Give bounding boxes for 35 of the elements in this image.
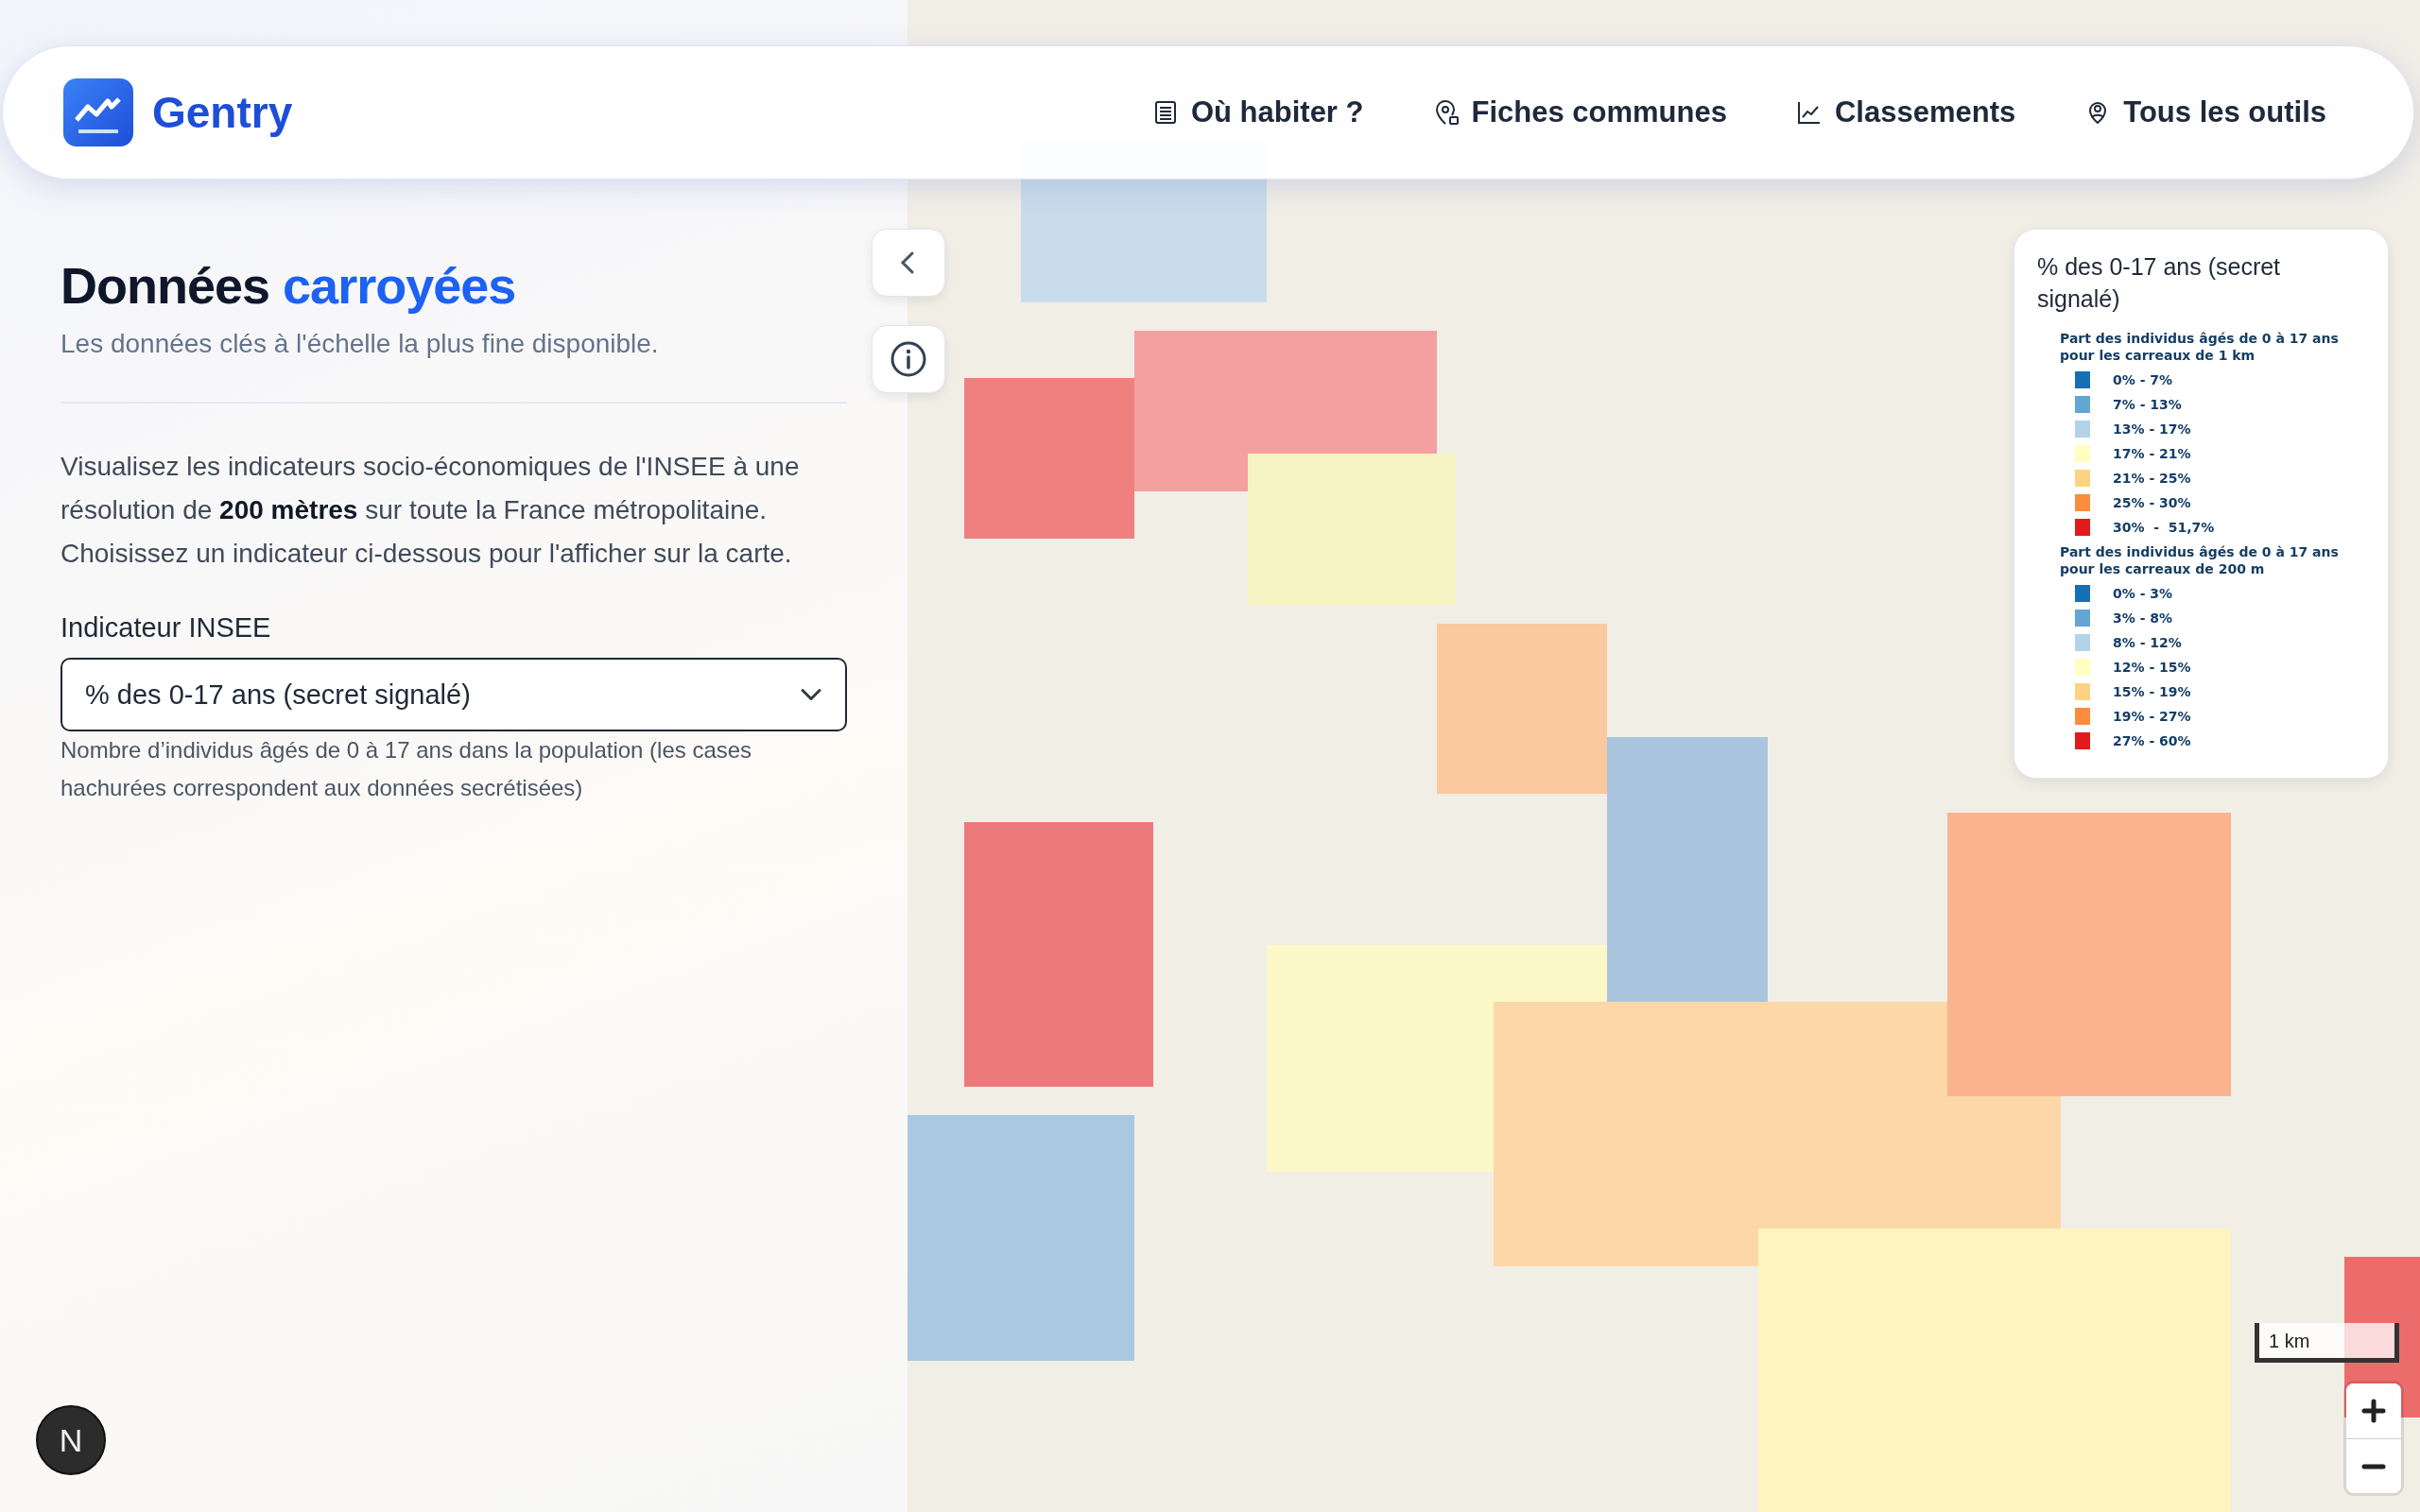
zoom-out-button[interactable] [2346, 1438, 2401, 1493]
legend-label: 13% - 17% [2113, 420, 2191, 438]
legend-label: 0% - 7% [2113, 370, 2173, 389]
description-text: Visualisez les indicateurs socio-économiques de l'INSEE à une résolution de 200 mètres sur toute la France métropolitaine. Choisissez un indicateur ci-dessous pour l'afficher sur la carte. [60, 450, 801, 570]
field-label: Indicateur INSEE [60, 610, 272, 644]
chart-logo-icon [63, 78, 133, 146]
legend-label: 19% - 27% [2113, 707, 2191, 726]
legend-heading: Part des individus âgés de 0 à 17 ans pour les carreaux de 1 km [2060, 330, 2340, 364]
nav-link[interactable]: Tous les outils [2083, 90, 2326, 135]
legend-label: 21% - 25% [2113, 469, 2191, 488]
legend-label: 17% - 21% [2113, 444, 2191, 463]
nav-link[interactable]: Fiches communes [1431, 90, 1727, 135]
help-text: Nombre d’individus âgés de 0 à 17 ans dans la population (les cases hachurées correspondent aux données secrétisées) [60, 736, 753, 803]
indicator-select[interactable]: % des 0-17 ans (secret signalé) [60, 658, 847, 732]
minus-icon [2361, 1463, 2386, 1469]
info-icon [890, 340, 927, 378]
info-button[interactable] [872, 325, 945, 393]
legend-label: 0% - 3% [2113, 584, 2173, 603]
nav-link[interactable]: Où habiter ? [1150, 90, 1364, 135]
legend-label: 12% - 15% [2113, 658, 2191, 677]
legend-label: 30% - 51,7% [2113, 518, 2215, 537]
legend-label: 15% - 19% [2113, 682, 2191, 701]
plus-icon [2361, 1399, 2386, 1423]
nav-link[interactable]: Classements [1795, 90, 2016, 135]
legend-label: 3% - 8% [2113, 609, 2173, 627]
brand-name[interactable]: Gentry [152, 79, 293, 146]
legend-title: % des 0-17 ans (secret signalé) [2037, 252, 2282, 314]
legend-label: 25% - 30% [2113, 493, 2191, 512]
legend-heading: Part des individus âgés de 0 à 17 ans pour les carreaux de 200 m [2060, 543, 2340, 577]
page-subtitle: Les données clés à l'échelle la plus fine disponible. [60, 327, 660, 360]
legend-label: 8% - 12% [2113, 633, 2182, 652]
scale-bar: 1 km [2255, 1323, 2399, 1363]
legend-label: 7% - 13% [2113, 395, 2182, 414]
legend-label: 27% - 60% [2113, 731, 2191, 750]
page-title: Données carroyées [60, 256, 517, 316]
